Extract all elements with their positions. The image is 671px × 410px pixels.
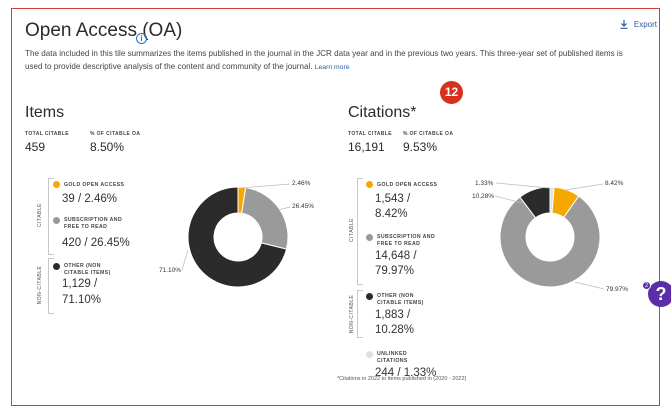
citations-pct-oa-label: % OF CITABLE OA <box>403 131 454 137</box>
citations-total-citable-value: 16,191 <box>348 140 385 154</box>
info-icon[interactable]: i <box>136 33 147 44</box>
citations-legend-swatch-other <box>366 293 373 300</box>
citations-total-citable-label: TOTAL CITABLE <box>348 131 392 137</box>
legend-swatch-subscription <box>53 217 60 224</box>
citations-legend-value-other-pct: 10.28% <box>375 324 415 336</box>
legend-swatch-other <box>53 263 60 270</box>
help-button[interactable]: ? <box>648 281 671 307</box>
citations-non-citable-axis-label: NON-CITABLE <box>349 294 355 334</box>
citations-pct-oa-value: 9.53% <box>403 140 438 154</box>
citations-legend-label-other-2: CITABLE ITEMS) <box>377 300 424 306</box>
citations-non-citable-bracket <box>357 290 363 338</box>
citations-label-other: 10.28% <box>472 193 495 200</box>
panel-description: The data included in this tile summarize… <box>25 47 625 74</box>
citations-legend-value-subscription-count: 14,648 / <box>375 250 417 262</box>
items-section-title: Items <box>25 104 65 121</box>
items-citable-axis-label: CITABLE <box>37 203 43 227</box>
citations-donut-chart <box>499 186 601 288</box>
items-label-gold: 2.46% <box>292 180 311 187</box>
citations-section-title: Citations* <box>348 104 417 121</box>
citations-legend-value-gold-pct: 8.42% <box>375 208 408 220</box>
citations-legend-label-unlinked-1: UNLINKED <box>377 351 408 357</box>
items-total-citable-value: 459 <box>25 140 46 154</box>
items-donut-chart <box>187 186 289 288</box>
citations-legend-value-subscription-pct: 79.97% <box>375 265 415 277</box>
download-icon <box>620 20 628 29</box>
citations-legend-label-subscription-2: FREE TO READ <box>377 241 421 247</box>
citations-label-gold: 8.42% <box>605 180 624 187</box>
citations-citable-axis-label: CITABLE <box>349 218 355 242</box>
citations-legend-value-other-count: 1,883 / <box>375 309 411 321</box>
step-badge: 12 <box>440 81 463 104</box>
citations-legend-label-subscription-1: SUBSCRIPTION AND <box>377 234 436 240</box>
citations-label-unlinked: 1.33% <box>475 180 494 187</box>
items-non-citable-axis-label: NON-CITABLE <box>37 265 43 305</box>
legend-value-other-count: 1,129 / <box>62 278 98 290</box>
citations-legend-swatch-gold <box>366 181 373 188</box>
citations-citable-bracket <box>357 178 363 285</box>
citations-legend-value-gold-count: 1,543 / <box>375 193 411 205</box>
citations-legend-label-other-1: OTHER (NON <box>377 293 414 299</box>
legend-value-subscription: 420 / 26.45% <box>62 237 130 249</box>
citations-legend-label-unlinked-2: CITATIONS <box>377 358 408 364</box>
learn-more-link[interactable]: Learn more <box>315 64 350 71</box>
citations-legend-swatch-subscription <box>366 234 373 241</box>
items-label-other: 71.10% <box>159 267 182 274</box>
citable-bracket <box>48 178 54 255</box>
citations-legend-swatch-unlinked <box>366 351 373 358</box>
citations-label-subscription: 79.97% <box>606 286 629 293</box>
legend-value-other-pct: 71.10% <box>62 294 102 306</box>
legend-label-subscription: SUBSCRIPTION AND FREE TO READ <box>64 217 123 230</box>
legend-swatch-gold <box>53 181 60 188</box>
items-label-subscription: 26.45% <box>292 203 315 210</box>
items-total-citable-label: TOTAL CITABLE <box>25 131 69 137</box>
legend-label-gold: GOLD OPEN ACCESS <box>64 182 125 188</box>
items-pct-oa-label: % OF CITABLE OA <box>90 131 141 137</box>
items-pct-oa-value: 8.50% <box>90 140 125 154</box>
export-button[interactable]: Export <box>620 20 657 29</box>
items-slice-subscription <box>241 187 289 250</box>
legend-value-gold: 39 / 2.46% <box>62 193 117 205</box>
export-label: Export <box>633 20 657 29</box>
help-count-badge: 2 <box>642 281 651 290</box>
legend-label-other: OTHER (NON CITABLE ITEMS) <box>64 263 111 276</box>
citations-legend-label-gold: GOLD OPEN ACCESS <box>377 182 438 188</box>
panel-title: Open Access (OA) <box>25 20 183 41</box>
citations-footnote: *Citations in 2022 to items published in… <box>337 376 467 382</box>
